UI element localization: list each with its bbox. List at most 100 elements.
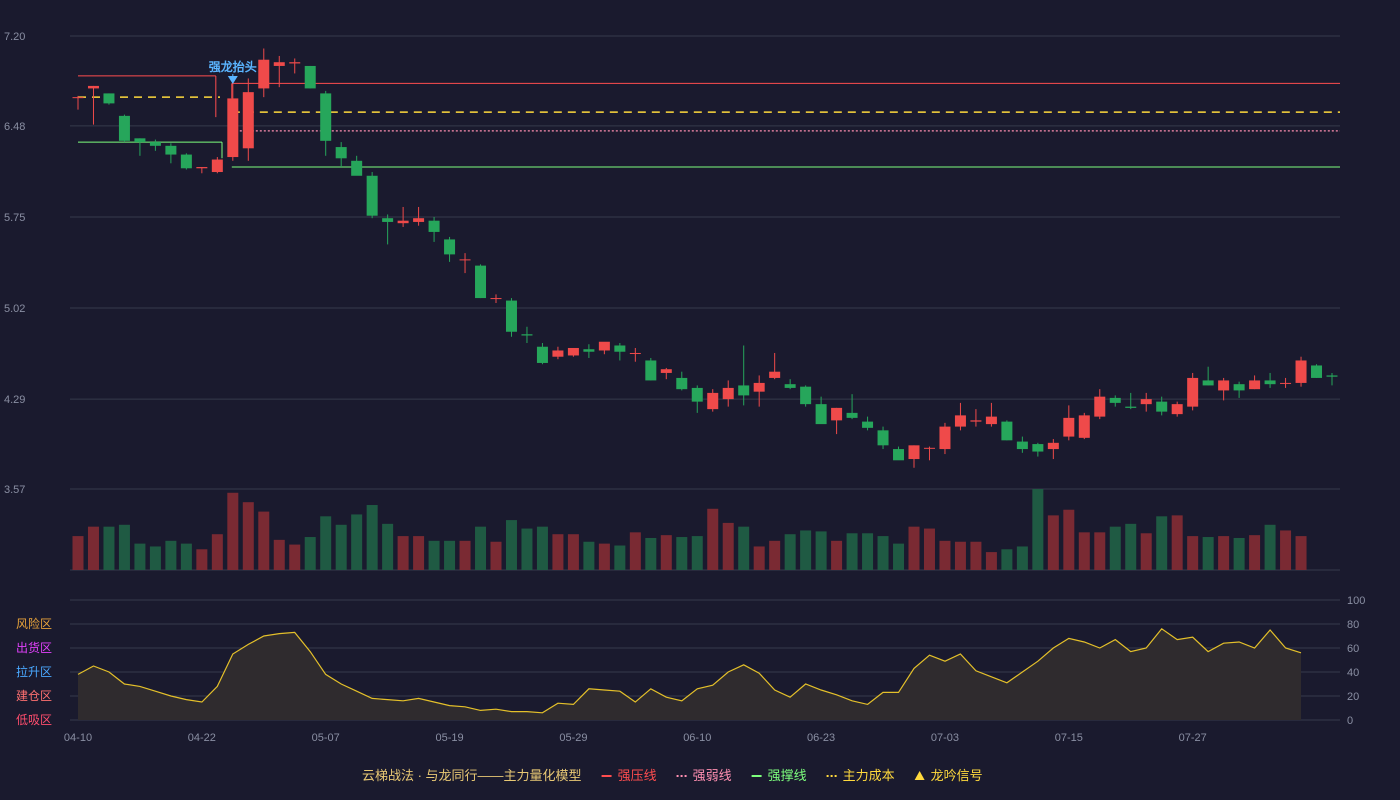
candle-body: [1326, 375, 1338, 377]
candle-body: [490, 298, 502, 300]
candle-body: [985, 416, 997, 425]
candle-body: [1218, 380, 1230, 391]
right-axis-label: 80: [1347, 619, 1359, 631]
volume-bar: [211, 534, 223, 570]
volume-bar: [304, 537, 316, 570]
candle-body: [1109, 397, 1121, 403]
x-tick-label: 07-15: [1055, 732, 1083, 744]
candle-body: [1233, 384, 1245, 391]
x-tick-label: 07-27: [1179, 732, 1207, 744]
volume-bar: [1063, 509, 1075, 570]
candle-body: [831, 407, 843, 421]
volume-bar: [707, 508, 719, 570]
volume-bar: [629, 532, 641, 570]
volume-bar: [1125, 523, 1137, 570]
volume-bar: [1187, 536, 1199, 570]
signal-label: 强龙抬头: [209, 59, 257, 74]
volume-bar: [846, 533, 858, 570]
volume-bar: [227, 492, 239, 570]
volume-bar: [87, 526, 99, 570]
candle-body: [397, 220, 409, 224]
candle-body: [1001, 421, 1013, 441]
candle-body: [691, 387, 703, 402]
right-axis-label: 0: [1347, 715, 1353, 727]
candle-body: [970, 420, 982, 422]
candle-body: [1078, 415, 1090, 438]
legend-triangle-icon: [914, 771, 925, 780]
candle-body: [505, 300, 517, 332]
candle-body: [382, 218, 394, 222]
volume-bar: [1047, 515, 1059, 570]
indicator-area: [78, 628, 1301, 720]
candle-body: [149, 142, 161, 146]
x-tick-label: 05-07: [312, 732, 340, 744]
indicator-lines: [78, 75, 1340, 168]
y-tick-label: 7.20: [4, 31, 25, 43]
candle-body: [769, 371, 781, 378]
volume-bar: [815, 531, 827, 570]
volume-bar: [1249, 535, 1261, 570]
candle-body: [893, 449, 905, 461]
candle-body: [211, 159, 223, 173]
volume-bar: [831, 540, 843, 570]
candle-body: [351, 160, 363, 176]
zone-label: 风险区: [16, 616, 52, 631]
volume-bar: [970, 541, 982, 570]
right-axis-label: 20: [1347, 691, 1359, 703]
candle-body: [258, 59, 270, 89]
candle-body: [320, 93, 332, 141]
candle-body: [475, 265, 487, 299]
volume-bar: [149, 546, 161, 570]
candle-body: [1264, 380, 1276, 385]
candle-body: [1140, 399, 1152, 405]
candle-body: [645, 360, 657, 381]
volume-bar: [676, 537, 688, 570]
volume-bar: [382, 523, 394, 570]
legend: 云梯战法 · 与龙同行——主力量化模型 强压线 强弱线 强撑线 主力成本 龙吟信号: [362, 768, 983, 783]
volume-bar: [1218, 536, 1230, 570]
candle-body: [1047, 442, 1059, 450]
volume-bar: [1202, 537, 1214, 570]
legend-label: 强压线: [618, 768, 657, 783]
candle-body: [629, 352, 641, 354]
candle-body: [598, 341, 610, 351]
y-tick-label: 5.75: [4, 212, 25, 224]
zone-label: 低吸区: [16, 713, 52, 727]
legend-label: 云梯战法 · 与龙同行——主力量化模型: [362, 768, 582, 783]
candle-body: [165, 145, 177, 155]
candle-body: [227, 98, 239, 158]
candle-body: [784, 384, 796, 388]
candle-body: [72, 97, 84, 99]
volume-bar: [1016, 546, 1028, 570]
candle-body: [738, 385, 750, 396]
volume-bar: [273, 539, 285, 570]
right-axis-label: 60: [1347, 643, 1359, 655]
candle-body: [413, 218, 425, 222]
candle-body: [862, 421, 874, 428]
zone-label: 建仓区: [16, 689, 52, 703]
candle-body: [103, 93, 115, 104]
volume-bar: [1140, 533, 1152, 570]
volume-bar: [289, 544, 301, 570]
volume-bar: [567, 534, 579, 570]
y-tick-label: 5.02: [4, 303, 25, 315]
volume-bar: [1171, 515, 1183, 570]
volume-bar: [862, 533, 874, 570]
volume-bar: [505, 520, 517, 570]
volume-bar: [1032, 489, 1044, 570]
volume-bar: [180, 543, 192, 570]
zone-label: 出货区: [16, 640, 52, 655]
volume-bar: [397, 536, 409, 570]
candle-body: [180, 154, 192, 169]
candle-body: [134, 138, 146, 143]
volume-bar: [722, 522, 734, 570]
legend-label: 主力成本: [843, 768, 895, 783]
volume-bar: [877, 536, 889, 570]
candle-body: [521, 334, 533, 336]
volume-bar: [351, 514, 363, 570]
volume-bar: [320, 516, 332, 570]
candle-body: [939, 426, 951, 450]
candle-body: [1311, 365, 1323, 378]
candle-body: [908, 445, 920, 460]
volume-bar: [196, 549, 208, 570]
